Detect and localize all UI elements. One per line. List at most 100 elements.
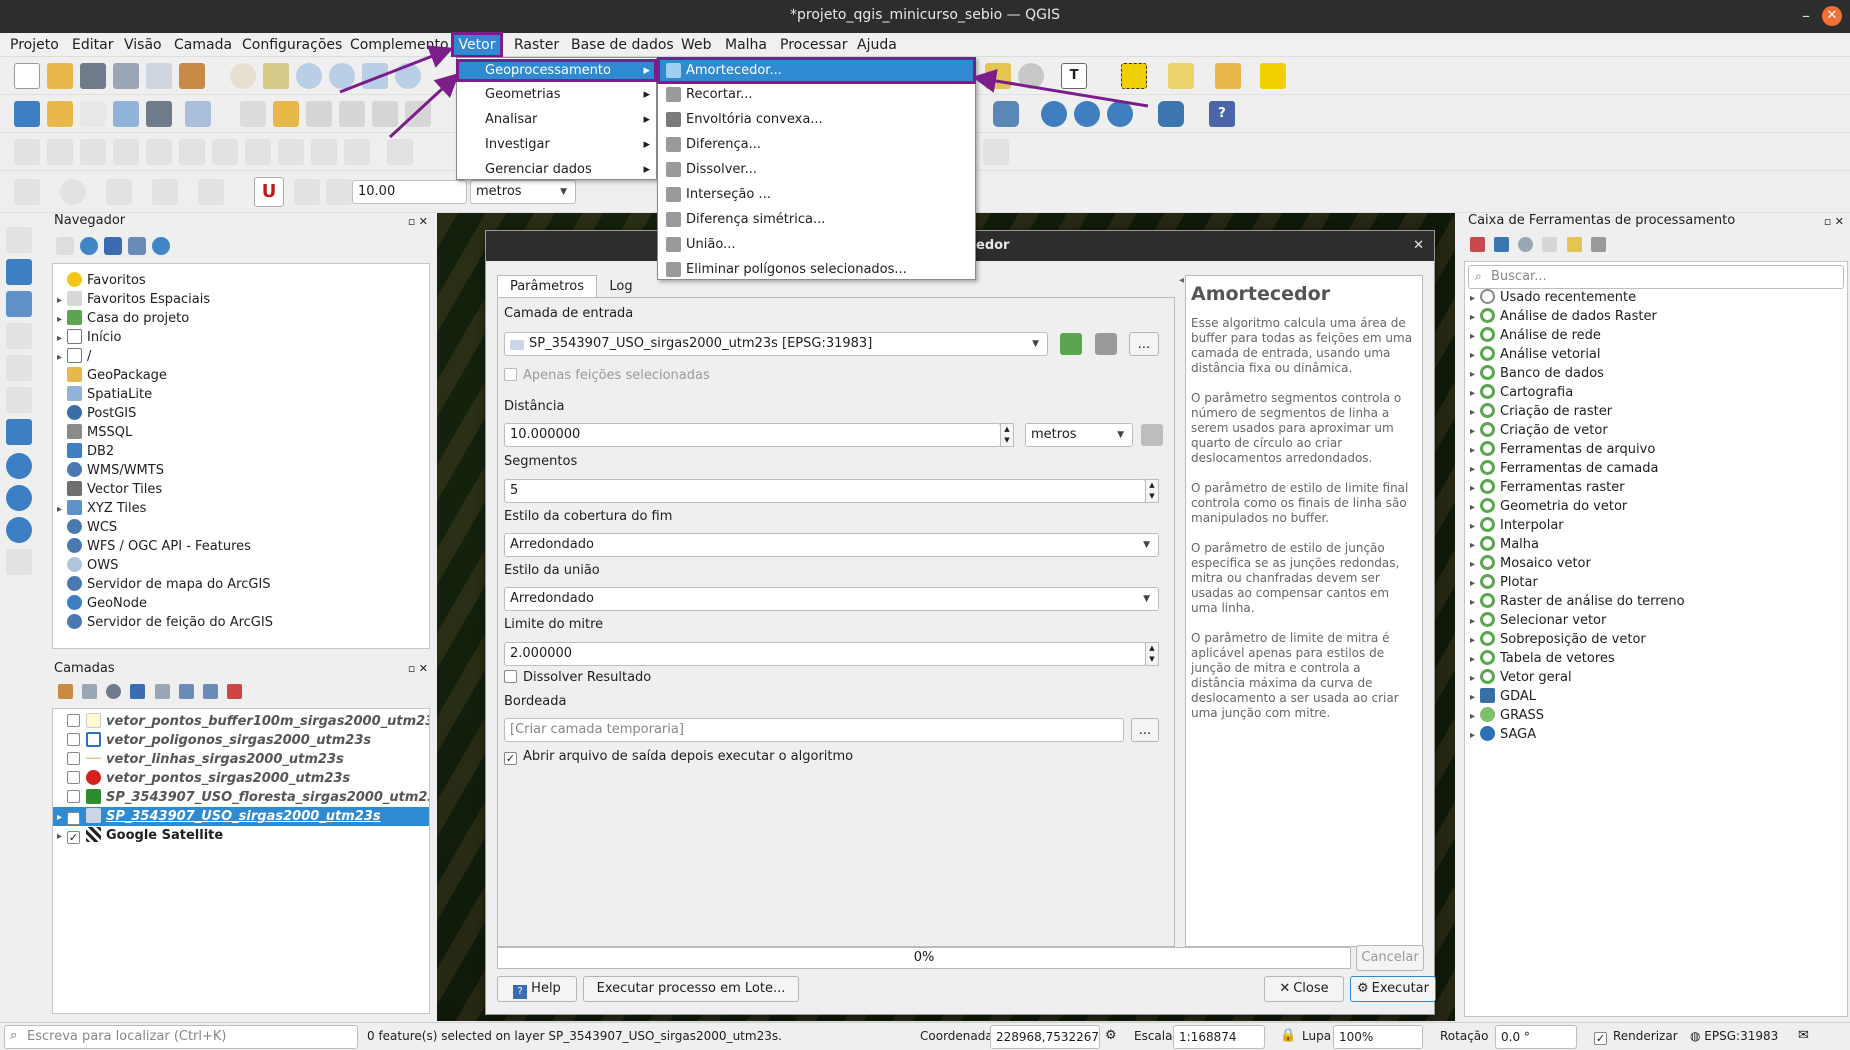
fill-ring-icon[interactable] <box>212 139 238 165</box>
history-icon[interactable] <box>1518 237 1534 252</box>
checkbox[interactable] <box>504 368 517 381</box>
layer-checkbox[interactable]: ✓ <box>67 831 80 844</box>
collapse-all-icon[interactable] <box>202 684 218 699</box>
vertex-tool-icon[interactable] <box>372 101 398 127</box>
edit-pencil-gray-icon[interactable] <box>240 101 266 127</box>
nav-item-geopackage[interactable]: GeoPackage <box>57 366 167 385</box>
new-geopackage-icon[interactable] <box>47 101 73 127</box>
layer-row[interactable]: SP_3543907_USO_floresta_sirgas2000_utm23… <box>57 788 429 807</box>
pan-icon[interactable] <box>230 63 256 89</box>
panel-close-icon[interactable]: ▫ ✕ <box>1824 215 1844 228</box>
toggle-editing-icon[interactable] <box>273 101 299 127</box>
delete-ring-icon[interactable] <box>245 139 271 165</box>
menu-item-investigar[interactable]: Investigar ▸ <box>457 134 656 155</box>
distance-spinner[interactable]: ▲ ▼ <box>1000 423 1014 447</box>
new-spatialite-icon[interactable] <box>113 101 139 127</box>
checkbox[interactable] <box>504 670 517 683</box>
simplify-feature-icon[interactable] <box>113 139 139 165</box>
open-output-checkbox[interactable]: ✓ Abrir arquivo de saída depois executar … <box>504 749 853 765</box>
options-wrench-icon[interactable] <box>1590 237 1606 252</box>
zoom-selection-icon[interactable] <box>395 63 421 89</box>
layer-checkbox[interactable] <box>67 733 80 746</box>
toolbox-item[interactable]: ▸ Análise de rede <box>1470 326 1601 345</box>
annotation-icon[interactable] <box>985 63 1011 89</box>
distance-input[interactable]: 10.000000 <box>504 423 1001 447</box>
database-icon[interactable] <box>993 101 1019 127</box>
menu-item-geoprocessamento[interactable]: Geoprocessamento ▸ <box>456 59 657 82</box>
remove-layer-icon[interactable] <box>226 684 242 699</box>
menu-complementos[interactable]: Complementos <box>348 33 448 57</box>
save-project-icon[interactable] <box>80 63 106 89</box>
nav-item-arcgis-map[interactable]: Servidor de mapa do ArcGIS <box>57 575 271 594</box>
new-virtual-layer-icon[interactable] <box>185 101 211 127</box>
menu-item-dissolver[interactable]: Dissolver... <box>658 159 975 180</box>
rotate-feature-icon[interactable] <box>80 139 106 165</box>
pan-to-selection-icon[interactable] <box>263 63 289 89</box>
menu-web[interactable]: Web <box>679 33 714 57</box>
segments-spinner[interactable]: ▲ ▼ <box>1145 479 1159 503</box>
menu-item-recortar[interactable]: Recortar... <box>658 84 975 105</box>
batch-process-button[interactable]: Executar processo em Lote... <box>583 976 799 1002</box>
wms-search-icon[interactable] <box>1074 101 1100 127</box>
snap-tolerance-input[interactable]: 10.00 <box>352 180 467 204</box>
menu-ajuda[interactable]: Ajuda <box>855 33 899 57</box>
panel-close-icon[interactable]: ▫ ✕ <box>408 215 428 228</box>
layout-manager-icon[interactable] <box>146 63 172 89</box>
layer-checkbox[interactable] <box>67 790 80 803</box>
add-delimited-text-icon[interactable] <box>6 323 32 349</box>
select-location-icon[interactable] <box>1260 63 1286 89</box>
delete-selected-icon[interactable] <box>405 101 431 127</box>
info-icon[interactable] <box>152 237 170 255</box>
models-icon[interactable] <box>1470 237 1485 252</box>
rotation-input[interactable]: 0.0 ° <box>1495 1025 1577 1049</box>
style-icon[interactable] <box>58 684 73 699</box>
nav-item-xyz[interactable]: ▸ XYZ Tiles <box>57 499 146 518</box>
open-project-icon[interactable] <box>47 63 73 89</box>
add-wms-icon[interactable] <box>6 453 32 479</box>
menu-item-diferenca[interactable]: Diferença... <box>658 134 975 155</box>
coordinate-input[interactable]: 228968,7532267 <box>990 1025 1100 1049</box>
nav-item-favoritos-espaciais[interactable]: ▸ Favoritos Espaciais <box>57 290 210 309</box>
menu-item-envoltoria[interactable]: Envoltória convexa... <box>658 109 975 130</box>
filter-icon[interactable] <box>104 237 122 255</box>
polygon-digitize-icon[interactable] <box>198 179 224 205</box>
nav-item-mssql[interactable]: MSSQL <box>57 423 132 442</box>
miter-limit-input[interactable]: 2.000000 <box>504 642 1146 666</box>
iterate-icon[interactable] <box>1060 333 1082 355</box>
menu-editar[interactable]: Editar <box>70 33 115 57</box>
menu-projeto[interactable]: Projeto <box>8 33 61 57</box>
menu-raster[interactable]: Raster <box>512 33 561 57</box>
panel-close-icon[interactable]: ▫ ✕ <box>408 662 428 675</box>
nav-item-inicio[interactable]: ▸ Início <box>57 328 121 347</box>
nav-item-wms[interactable]: WMS/WMTS <box>57 461 164 480</box>
messages-icon[interactable]: ✉ <box>1798 1028 1809 1043</box>
add-vector-layer-icon[interactable] <box>6 227 32 253</box>
menu-item-intersecao[interactable]: Interseção ... <box>658 184 975 205</box>
nav-item-wfs[interactable]: WFS / OGC API - Features <box>57 537 251 556</box>
wrench-icon[interactable] <box>1095 333 1117 355</box>
menu-configuracoes[interactable]: Configurações <box>240 33 344 57</box>
dissolve-checkbox[interactable]: Dissolver Resultado <box>504 670 651 685</box>
layer-checkbox[interactable] <box>67 714 80 727</box>
toolbox-item[interactable]: ▸ Análise vetorial <box>1470 345 1601 364</box>
output-input[interactable]: [Criar camada temporaria] <box>504 718 1124 742</box>
toolbox-search-input[interactable]: Buscar... <box>1468 265 1844 289</box>
output-browse-button[interactable]: ... <box>1131 718 1159 742</box>
nav-item-casa-projeto[interactable]: ▸ Casa do projeto <box>57 309 189 328</box>
menu-processar[interactable]: Processar <box>778 33 849 57</box>
delete-part-icon[interactable] <box>278 139 304 165</box>
shape-digitize-icon[interactable] <box>14 179 40 205</box>
selected-only-checkbox[interactable]: Apenas feições selecionadas <box>504 368 710 383</box>
add-mesh-layer-icon[interactable] <box>6 291 32 317</box>
filter-icon[interactable] <box>130 684 146 699</box>
lock-icon[interactable]: 🔒 <box>1280 1028 1296 1043</box>
layer-row[interactable]: vetor_pontos_buffer100m_sirgas2000_utm23… <box>57 712 429 731</box>
menu-item-analisar[interactable]: Analisar ▸ <box>457 109 656 130</box>
nav-item-vector-tiles[interactable]: Vector Tiles <box>57 480 162 499</box>
dialog-close-icon[interactable]: ✕ <box>1413 231 1424 261</box>
close-button[interactable]: ✕ Close <box>1264 976 1344 1002</box>
toolbox-item[interactable]: ▸ GRASS <box>1470 706 1544 725</box>
nav-item-ows[interactable]: OWS <box>57 556 118 575</box>
layer-row[interactable]: vetor_linhas_sirgas2000_utm23s <box>57 750 429 769</box>
cancel-button[interactable]: Cancelar <box>1356 945 1424 971</box>
